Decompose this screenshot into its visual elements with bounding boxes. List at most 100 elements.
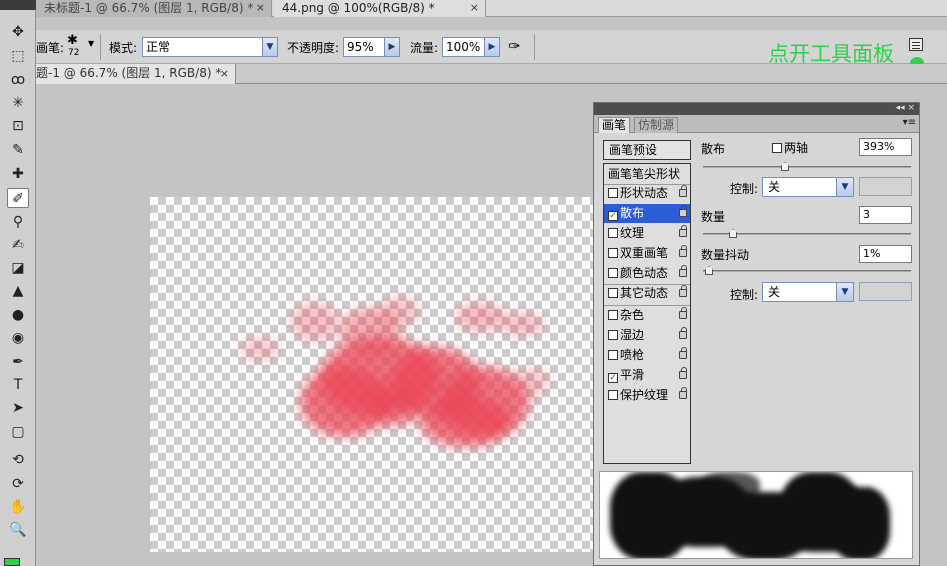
- opacity-field[interactable]: 95% ▶: [343, 37, 400, 57]
- document-tab-44png[interactable]: 44.png @ 100%(RGB/8) * ×: [274, 0, 486, 17]
- count-slider[interactable]: [703, 229, 911, 238]
- brush-setting-item[interactable]: ✓ 散布: [604, 204, 690, 223]
- checkbox[interactable]: [608, 288, 618, 298]
- shape-icon[interactable]: ▢: [7, 422, 29, 442]
- brush-setting-item[interactable]: 其它动态: [604, 284, 690, 303]
- marquee-icon[interactable]: ⬚: [7, 46, 29, 66]
- count-jitter-slider[interactable]: [703, 266, 911, 275]
- lock-icon[interactable]: [679, 265, 687, 277]
- opacity-value: 95%: [347, 40, 374, 54]
- tab-clone-source[interactable]: 仿制源: [634, 117, 679, 133]
- slider-thumb[interactable]: [781, 162, 789, 171]
- checkbox[interactable]: [608, 228, 618, 238]
- lasso-icon[interactable]: ꝏ: [7, 70, 29, 90]
- lock-icon[interactable]: [679, 327, 687, 339]
- blur-icon[interactable]: ●: [7, 305, 29, 325]
- brush-setting-item[interactable]: 保护纹理: [604, 386, 690, 405]
- brush-setting-item[interactable]: 画笔笔尖形状: [604, 165, 690, 184]
- scatter-value-field[interactable]: 393%: [859, 138, 912, 156]
- checkbox[interactable]: [608, 268, 618, 278]
- lock-icon[interactable]: [679, 245, 687, 257]
- type-icon[interactable]: T: [7, 375, 29, 395]
- document-canvas[interactable]: [150, 197, 593, 552]
- scatter-control-select[interactable]: 关 ▼: [762, 177, 854, 197]
- document-tab-untitled[interactable]: 未标题-1 @ 66.7% (图层 1, RGB/8) * ×: [36, 0, 272, 17]
- brush-setting-item[interactable]: 湿边: [604, 326, 690, 345]
- paint-bucket-icon[interactable]: ▲: [7, 281, 29, 301]
- brush-setting-item[interactable]: 纹理: [604, 224, 690, 243]
- brush-preset-picker[interactable]: ✱ 72 ▼: [64, 33, 94, 61]
- both-axes-checkbox[interactable]: 两轴: [772, 139, 808, 156]
- close-icon[interactable]: ×: [256, 0, 265, 16]
- history-brush-icon[interactable]: ✍: [7, 235, 29, 255]
- checkbox[interactable]: [608, 188, 618, 198]
- chevron-down-icon: ▼: [836, 178, 853, 196]
- checkbox[interactable]: [608, 390, 618, 400]
- brush-setting-item[interactable]: 喷枪: [604, 346, 690, 365]
- count-jitter-value-field[interactable]: 1%: [859, 245, 912, 263]
- count-value-field[interactable]: 3: [859, 206, 912, 224]
- checkbox[interactable]: [608, 350, 618, 360]
- panel-titlebar[interactable]: ◂◂ ×: [594, 103, 919, 115]
- checkbox[interactable]: [608, 330, 618, 340]
- move-icon[interactable]: ✥: [7, 22, 29, 42]
- dodge-icon[interactable]: ◉: [7, 328, 29, 348]
- pen-icon[interactable]: ✒: [7, 352, 29, 372]
- panel-toggle-icon[interactable]: [909, 38, 923, 51]
- brush-size-value: 72: [68, 48, 80, 58]
- crop-icon[interactable]: ⊡: [7, 116, 29, 136]
- 3d-rotate-icon[interactable]: ⟲: [7, 450, 29, 470]
- 3d-orbit-icon[interactable]: ⟳: [7, 474, 29, 494]
- chevron-down-icon: ▼: [88, 39, 95, 48]
- chevron-right-icon[interactable]: ▶: [384, 38, 399, 56]
- checkbox[interactable]: [772, 143, 782, 153]
- brush-setting-item[interactable]: 杂色: [604, 306, 690, 325]
- checkbox[interactable]: ✓: [608, 373, 618, 383]
- close-icon[interactable]: ×: [220, 64, 229, 83]
- foreground-color-swatch[interactable]: [4, 558, 20, 566]
- stamp-icon[interactable]: ⚲: [7, 212, 29, 232]
- slider-thumb[interactable]: [729, 229, 737, 238]
- slider-thumb[interactable]: [705, 266, 713, 275]
- eyedropper-icon[interactable]: ✎: [7, 140, 29, 160]
- eraser-icon[interactable]: ◪: [7, 258, 29, 278]
- brush-setting-label: 平滑: [620, 368, 645, 382]
- brush-setting-item[interactable]: ✓ 平滑: [604, 366, 690, 385]
- brush-setting-item[interactable]: 形状动态: [604, 184, 690, 203]
- checkbox[interactable]: [608, 310, 618, 320]
- tab-brush[interactable]: 画笔: [598, 117, 631, 133]
- close-icon[interactable]: ×: [470, 0, 479, 16]
- checkbox[interactable]: ✓: [608, 211, 618, 221]
- brush-setting-label: 其它动态: [620, 286, 669, 300]
- lock-icon[interactable]: [679, 387, 687, 399]
- lock-icon[interactable]: [679, 205, 687, 217]
- chevron-right-icon[interactable]: ▶: [484, 38, 499, 56]
- lock-icon[interactable]: [679, 347, 687, 359]
- lock-icon[interactable]: [679, 307, 687, 319]
- lock-icon[interactable]: [679, 225, 687, 237]
- lock-icon[interactable]: [679, 367, 687, 379]
- zoom-icon[interactable]: 🔍: [7, 520, 29, 540]
- lock-icon[interactable]: [679, 285, 687, 297]
- count-control-select[interactable]: 关 ▼: [762, 282, 854, 302]
- scatter-slider[interactable]: [703, 162, 911, 171]
- checkbox[interactable]: [608, 248, 618, 258]
- hand-icon[interactable]: ✋: [7, 497, 29, 517]
- brush-setting-label: 喷枪: [620, 348, 645, 362]
- brush-icon[interactable]: ✐: [7, 188, 29, 208]
- airbrush-icon[interactable]: ✑: [508, 37, 521, 55]
- toolbar-grip[interactable]: [0, 0, 36, 10]
- healing-icon[interactable]: ✚: [7, 164, 29, 184]
- path-select-icon[interactable]: ➤: [7, 398, 29, 418]
- brush-presets-button[interactable]: 画笔预设: [603, 140, 691, 160]
- brush-setting-item[interactable]: 颜色动态: [604, 264, 690, 283]
- lock-icon[interactable]: [679, 185, 687, 197]
- flow-field[interactable]: 100% ▶: [442, 37, 500, 57]
- control-value: 关: [768, 285, 781, 299]
- brush-tip-icon: ✱: [67, 33, 78, 48]
- document-tab-active[interactable]: 题-1 @ 66.7% (图层 1, RGB/8) * ×: [36, 64, 236, 84]
- brush-setting-item[interactable]: 双重画笔: [604, 244, 690, 263]
- panel-menu-icon[interactable]: ▾≡: [903, 117, 916, 128]
- mode-select[interactable]: 正常 ▼: [142, 37, 278, 57]
- magic-wand-icon[interactable]: ✳: [7, 93, 29, 113]
